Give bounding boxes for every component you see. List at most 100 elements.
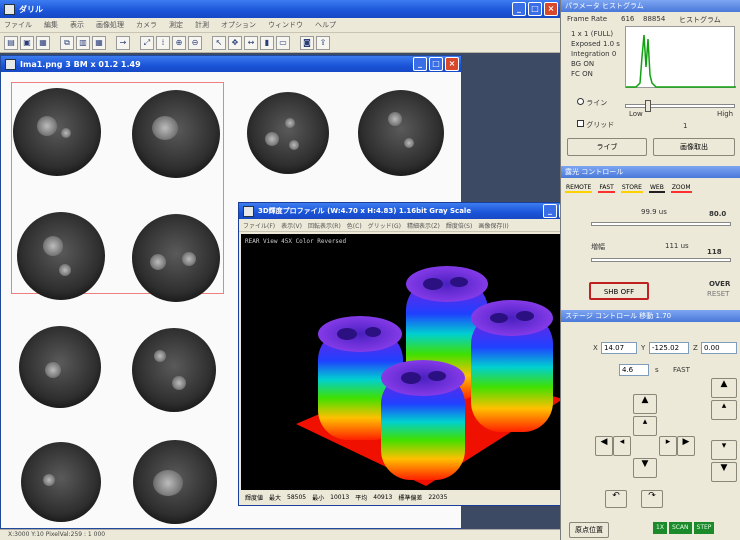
cell-8 bbox=[132, 328, 216, 412]
step-input[interactable]: 4.6 bbox=[619, 364, 649, 376]
move-right-small-button[interactable]: ▸ bbox=[659, 436, 677, 456]
stat-stddev: 22035 bbox=[428, 494, 448, 501]
y-input[interactable]: -125.02 bbox=[649, 342, 689, 354]
paste-icon[interactable]: ▥ bbox=[76, 35, 90, 50]
camera-icon[interactable]: ◙ bbox=[300, 35, 314, 50]
move-up-button[interactable]: ▲ bbox=[633, 394, 657, 414]
histogram-icon[interactable]: ▮ bbox=[260, 35, 274, 50]
profile-menu-file[interactable]: ファイル(F) bbox=[243, 221, 275, 230]
maximize-button[interactable]: □ bbox=[528, 2, 542, 16]
exposure-slider[interactable] bbox=[591, 222, 731, 226]
z-down-button[interactable]: ▼ bbox=[711, 462, 737, 482]
menu-help[interactable]: ヘルプ bbox=[315, 20, 336, 30]
menu-measure[interactable]: 測定 bbox=[169, 20, 183, 30]
gain-right: 118 bbox=[707, 248, 722, 256]
cell-10 bbox=[133, 440, 217, 524]
filter-zoom[interactable]: ZOOM bbox=[670, 184, 692, 193]
profile-menu-grid[interactable]: グリッド(G) bbox=[368, 221, 401, 230]
z-up-button[interactable]: ▲ bbox=[711, 378, 737, 398]
menu-option[interactable]: オプション bbox=[221, 20, 256, 30]
grid-checkbox[interactable] bbox=[577, 120, 584, 127]
export-icon[interactable]: ⇪ bbox=[316, 35, 330, 50]
print-icon[interactable]: ▦ bbox=[36, 35, 50, 50]
profile-menu-scale[interactable]: 輝度倍(S) bbox=[446, 221, 473, 230]
menu-image[interactable]: 画像処理 bbox=[96, 20, 124, 30]
menu-view[interactable]: 表示 bbox=[70, 20, 84, 30]
move-up-small-button[interactable]: ▴ bbox=[633, 416, 657, 436]
profile-menu-save[interactable]: 画像保存(I) bbox=[478, 221, 508, 230]
dots-icon[interactable]: ⁞ bbox=[156, 35, 170, 50]
image-minimize-button[interactable]: _ bbox=[413, 57, 427, 71]
profile-menu-view[interactable]: 表示(V) bbox=[281, 221, 302, 230]
shb-off-button[interactable]: SHB OFF bbox=[589, 282, 649, 300]
grid-icon[interactable]: ▦ bbox=[92, 35, 106, 50]
param-1-label: Exposed bbox=[571, 40, 601, 48]
move-left-button[interactable]: ◀ bbox=[595, 436, 613, 456]
menu-edit[interactable]: 編集 bbox=[44, 20, 58, 30]
capture-button[interactable]: 画像取出 bbox=[653, 138, 735, 156]
gain-slider[interactable] bbox=[591, 258, 731, 262]
step-unit: s bbox=[655, 366, 659, 374]
x-label: X bbox=[593, 344, 598, 352]
save-icon[interactable]: ▣ bbox=[20, 35, 34, 50]
arrow-icon[interactable]: → bbox=[116, 35, 130, 50]
filter-fast[interactable]: FAST bbox=[598, 184, 615, 193]
copy-icon[interactable]: ⧉ bbox=[60, 35, 74, 50]
level-slider-thumb[interactable] bbox=[645, 100, 651, 112]
rotate-right-button[interactable]: ↷ bbox=[641, 490, 663, 508]
line-radio[interactable] bbox=[577, 98, 584, 105]
profile-menu-color[interactable]: 色(C) bbox=[347, 221, 362, 230]
open-icon[interactable]: ▤ bbox=[4, 35, 18, 50]
profile-title-bar[interactable]: 3D輝度プロファイル (W:4.70 x H:4.83) 1.16bit Gra… bbox=[239, 203, 591, 219]
menu-camera[interactable]: カメラ bbox=[136, 20, 157, 30]
profile-menu-rotate[interactable]: 回転表示(R) bbox=[308, 221, 341, 230]
profile-menu-detail[interactable]: 精細表示(Z) bbox=[407, 221, 440, 230]
pointer-icon[interactable]: ↖ bbox=[212, 35, 226, 50]
z-up-small-button[interactable]: ▴ bbox=[711, 400, 737, 420]
count-value: 88854 bbox=[643, 15, 666, 23]
minimize-button[interactable]: _ bbox=[512, 2, 526, 16]
main-toolbar: ▤ ▣ ▦ ⧉ ▥ ▦ → ⤢ ⁞ ⊕ ⊖ ↖ ✥ ↔ ▮ ▭ ◙ ⇪ bbox=[0, 33, 560, 53]
status-scan: SCAN bbox=[668, 522, 692, 534]
right-panel: パラメータ ヒストグラム Frame Rate 616 88854 ヒストグラム… bbox=[560, 0, 740, 540]
zoom-out-icon[interactable]: ⊖ bbox=[188, 35, 202, 50]
image-maximize-button[interactable]: □ bbox=[429, 57, 443, 71]
profile-minimize-button[interactable]: _ bbox=[543, 204, 557, 218]
menu-window[interactable]: ウィンドウ bbox=[268, 20, 303, 30]
close-button[interactable]: × bbox=[544, 2, 558, 16]
frame-icon[interactable]: ▭ bbox=[276, 35, 290, 50]
image-close-button[interactable]: × bbox=[445, 57, 459, 71]
exposure-section: REMOTE FAST STORE WEB ZOOM 99.9 us 80.0 … bbox=[561, 178, 740, 304]
image-title-bar[interactable]: Ima1.png 3 BM x 01.2 1.49 _ □ × bbox=[1, 56, 461, 72]
z-input[interactable]: 0.00 bbox=[701, 342, 737, 354]
main-title: ダリル bbox=[19, 4, 43, 14]
pan-icon[interactable]: ✥ bbox=[228, 35, 242, 50]
stat-max: 58505 bbox=[287, 494, 307, 501]
profile-canvas[interactable]: REAR View 45X Color Reversed bbox=[241, 234, 589, 490]
cell-1 bbox=[13, 88, 101, 176]
move-right-button[interactable]: ▶ bbox=[677, 436, 695, 456]
fit-icon[interactable]: ⤢ bbox=[140, 35, 154, 50]
origin-button[interactable]: 原点位置 bbox=[569, 522, 609, 538]
menu-calc[interactable]: 計測 bbox=[195, 20, 209, 30]
cell-2 bbox=[132, 90, 220, 178]
filter-remote[interactable]: REMOTE bbox=[565, 184, 593, 193]
param-4-label: FC bbox=[571, 70, 580, 78]
filter-store[interactable]: STORE bbox=[620, 184, 643, 193]
move-down-button[interactable]: ▼ bbox=[633, 458, 657, 478]
move-left-small-button[interactable]: ◂ bbox=[613, 436, 631, 456]
x-input[interactable]: 14.07 bbox=[601, 342, 637, 354]
high-label: High bbox=[717, 110, 734, 118]
rotate-left-button[interactable]: ↶ bbox=[605, 490, 627, 508]
measure-icon[interactable]: ↔ bbox=[244, 35, 258, 50]
main-title-bar[interactable]: ダリル _ □ × bbox=[0, 0, 560, 18]
status-text: X:3000 Y:10 PixelVal:259 : 1 000 bbox=[8, 531, 106, 538]
menu-file[interactable]: ファイル bbox=[4, 20, 32, 30]
zoom-in-icon[interactable]: ⊕ bbox=[172, 35, 186, 50]
z-pad: ▲ ▴ ▾ ▼ bbox=[711, 378, 737, 498]
live-button[interactable]: ライブ bbox=[567, 138, 647, 156]
z-down-small-button[interactable]: ▾ bbox=[711, 440, 737, 460]
filter-web[interactable]: WEB bbox=[648, 184, 665, 193]
level-slider[interactable] bbox=[625, 104, 735, 108]
over-reset[interactable]: RESET bbox=[707, 290, 729, 298]
